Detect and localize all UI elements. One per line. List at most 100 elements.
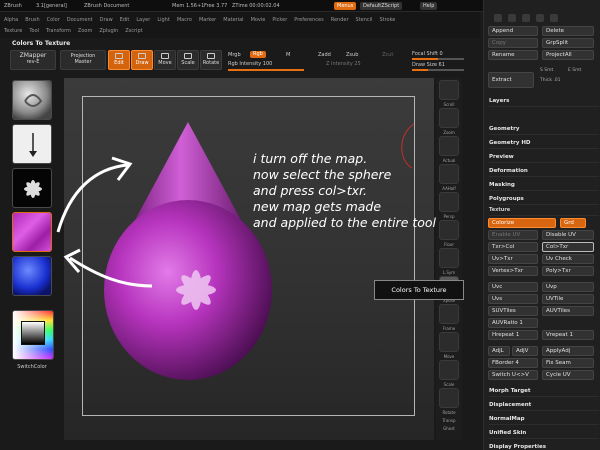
- section-geometry-hd[interactable]: Geometry HD: [489, 138, 599, 149]
- vertex-txr-button[interactable]: Vertex>Txr: [488, 266, 538, 276]
- palette-icon[interactable]: [508, 14, 516, 22]
- annotation-line: and press col>txr.: [253, 183, 367, 198]
- suvtiles-button[interactable]: SUVTiles: [488, 306, 538, 316]
- vrepeat-slider[interactable]: Vrepeat 1: [542, 330, 594, 340]
- append-button[interactable]: Append: [488, 26, 538, 36]
- scale-view-label: Scale: [443, 382, 455, 387]
- auvratio-slider[interactable]: AUVRatio 1: [488, 318, 538, 328]
- lsym-button[interactable]: [439, 248, 459, 268]
- annotation-text: i turn off the map. now select the spher…: [253, 151, 436, 231]
- frame-label: Frame: [442, 326, 456, 331]
- scroll-label: Scroll: [443, 102, 455, 107]
- s-smt-toggle[interactable]: S Smt: [540, 68, 553, 73]
- right-shelf: Scroll Zoom Actual AAHalf Persp Floor L.…: [436, 78, 462, 440]
- tool-palette: Append Delete Copy GrpSplit Rename Proje…: [483, 0, 600, 450]
- section-geometry[interactable]: Geometry: [489, 124, 599, 135]
- persp-label: Persp: [443, 214, 455, 219]
- col-txr-button[interactable]: Col>Txr: [542, 242, 594, 252]
- delete-button[interactable]: Delete: [542, 26, 594, 36]
- txr-col-button[interactable]: Txr>Col: [488, 242, 538, 252]
- palette-icon[interactable]: [550, 14, 558, 22]
- move-view-label: Move: [443, 354, 455, 359]
- enable-uv-button[interactable]: Enable UV: [488, 230, 538, 240]
- vrepeat-value: 1: [569, 332, 573, 338]
- uvs-button[interactable]: Uvs: [488, 294, 538, 304]
- aahalf-label: AAHalf: [442, 186, 456, 191]
- section-masking[interactable]: Masking: [489, 180, 599, 191]
- section-display-properties[interactable]: Display Properties: [489, 442, 599, 450]
- cycle-uv-button[interactable]: Cycle UV: [542, 370, 594, 380]
- section-polygroups[interactable]: Polygroups: [489, 194, 599, 205]
- floor-label: Floor: [444, 242, 454, 247]
- adjl-button[interactable]: AdjL: [488, 346, 510, 356]
- palette-icon[interactable]: [522, 14, 530, 22]
- grd-toggle[interactable]: Grd: [560, 218, 586, 228]
- section-normalmap[interactable]: NormalMap: [489, 414, 599, 425]
- poly-txr-button[interactable]: Poly>Txr: [542, 266, 594, 276]
- scale-view-button[interactable]: [439, 360, 459, 380]
- fborder-label: FBorder: [492, 360, 514, 366]
- extract-button[interactable]: Extract: [488, 72, 534, 88]
- grpsplit-button[interactable]: GrpSplit: [542, 38, 594, 48]
- disable-uv-button[interactable]: Disable UV: [542, 230, 594, 240]
- auvratio-label: AUVRatio: [492, 320, 518, 326]
- thick-label: Thick: [540, 78, 552, 83]
- hrepeat-value: 1: [515, 332, 520, 338]
- lsym-label: L.Sym: [442, 270, 456, 275]
- section-displacement[interactable]: Displacement: [489, 400, 599, 411]
- annotation-line: and applied to the entire tool: [253, 215, 437, 230]
- rotate-view-label: Rotate: [442, 410, 456, 415]
- uvp-button[interactable]: Uvp: [542, 282, 594, 292]
- fborder-value: 4: [515, 360, 519, 366]
- annotation-line: new map gets made: [253, 199, 382, 214]
- zoom-button[interactable]: [439, 108, 459, 128]
- copy-button[interactable]: Copy: [488, 38, 538, 48]
- frame-button[interactable]: [439, 304, 459, 324]
- uv-txr-button[interactable]: Uv>Txr: [488, 254, 538, 264]
- section-deformation[interactable]: Deformation: [489, 166, 599, 177]
- colorize-toggle[interactable]: Colorize: [488, 218, 556, 228]
- transp-label: Transp: [442, 418, 456, 423]
- section-texture[interactable]: Texture: [489, 205, 599, 216]
- hrepeat-label: Hrepeat: [492, 332, 515, 338]
- vrepeat-label: Vrepeat: [546, 332, 568, 338]
- aahalf-button[interactable]: [439, 164, 459, 184]
- applyadj-button[interactable]: ApplyAdj: [542, 346, 594, 356]
- rotate-view-button[interactable]: [439, 388, 459, 408]
- palette-icon[interactable]: [494, 14, 502, 22]
- hrepeat-slider[interactable]: Hrepeat 1: [488, 330, 538, 340]
- auvtiles-button[interactable]: AUVTiles: [542, 306, 594, 316]
- e-smt-toggle[interactable]: E Smt: [568, 68, 581, 73]
- fborder-slider[interactable]: FBorder 4: [488, 358, 538, 368]
- switch-uv-button[interactable]: Switch U<>V: [488, 370, 538, 380]
- auvratio-value: 1: [519, 320, 523, 326]
- persp-button[interactable]: [439, 192, 459, 212]
- uvc-button[interactable]: Uvc: [488, 282, 538, 292]
- ghost-label: Ghost: [443, 426, 455, 431]
- actual-label: Actual: [442, 158, 456, 163]
- section-morph-target[interactable]: Morph Target: [489, 386, 599, 397]
- palette-icon[interactable]: [536, 14, 544, 22]
- annotation-line: i turn off the map.: [253, 151, 368, 166]
- section-preview[interactable]: Preview: [489, 152, 599, 163]
- rename-button[interactable]: Rename: [488, 50, 538, 60]
- floor-button[interactable]: [439, 220, 459, 240]
- projectall-button[interactable]: ProjectAll: [542, 50, 594, 60]
- move-view-button[interactable]: [439, 332, 459, 352]
- thick-slider[interactable]: Thick .01: [540, 78, 561, 83]
- flower-decal: [176, 270, 216, 310]
- zoom-label: Zoom: [443, 130, 455, 135]
- uvtile-button[interactable]: UVTile: [542, 294, 594, 304]
- uv-check-button[interactable]: Uv Check: [542, 254, 594, 264]
- annotation-arrow-up: [56, 163, 129, 233]
- colors-to-texture-tooltip: Colors To Texture: [374, 280, 464, 300]
- annotation-line: now select the sphere: [253, 167, 392, 182]
- scroll-button[interactable]: [439, 80, 459, 100]
- fix-seam-button[interactable]: Fix Seam: [542, 358, 594, 368]
- annotation-arrowhead-up: [111, 156, 133, 181]
- section-unified-skin[interactable]: Unified Skin: [489, 428, 599, 439]
- actual-button[interactable]: [439, 136, 459, 156]
- section-layers[interactable]: Layers: [489, 96, 599, 107]
- thick-value: .01: [553, 78, 561, 83]
- adjv-button[interactable]: AdjV: [512, 346, 538, 356]
